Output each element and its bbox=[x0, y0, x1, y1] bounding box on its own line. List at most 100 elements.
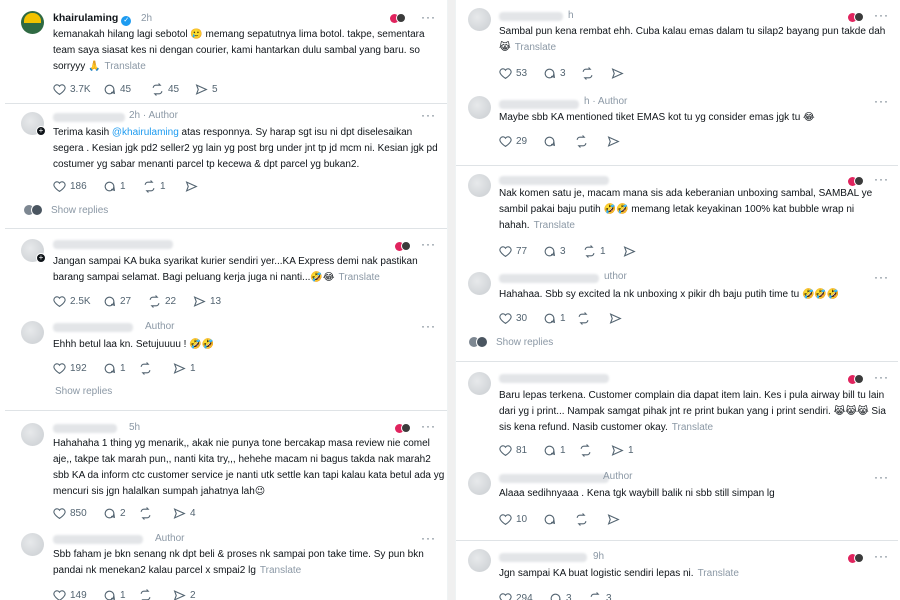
reply-button[interactable]: 3 bbox=[549, 592, 572, 600]
more-options-icon[interactable]: ··· bbox=[874, 549, 889, 563]
more-options-icon[interactable]: ··· bbox=[421, 319, 436, 333]
avatar[interactable] bbox=[468, 8, 491, 31]
author-reply-post[interactable]: Author ··· Alaaa sedihnyaaa . Kena tgk w… bbox=[456, 466, 898, 538]
repost-button[interactable] bbox=[139, 507, 152, 520]
avatar[interactable] bbox=[468, 372, 491, 395]
more-options-icon[interactable]: ··· bbox=[421, 108, 436, 122]
reply-post[interactable]: ··· Nak komen satu je, macam mana sis ad… bbox=[456, 166, 898, 268]
like-button[interactable]: 2.5K bbox=[53, 295, 91, 308]
more-options-icon[interactable]: ··· bbox=[874, 470, 889, 484]
repost-button[interactable] bbox=[579, 444, 592, 457]
share-button[interactable]: 2 bbox=[173, 589, 196, 600]
repost-button[interactable]: 1 bbox=[583, 245, 606, 258]
mention-link[interactable]: @khairulaming bbox=[112, 127, 179, 138]
like-button[interactable]: 294 bbox=[499, 592, 533, 600]
username-link[interactable]: khairulaming bbox=[53, 12, 118, 24]
like-button[interactable]: 850 bbox=[53, 507, 87, 520]
author-reply-post[interactable]: uthor ··· Hahahaa. Sbb sy excited la nk … bbox=[456, 266, 898, 358]
author-reply-post[interactable]: h · Author ··· Maybe sbb KA mentioned ti… bbox=[456, 90, 898, 160]
share-button[interactable]: 1 bbox=[173, 362, 196, 375]
translate-link[interactable]: Translate bbox=[672, 422, 713, 433]
avatar[interactable] bbox=[468, 549, 491, 572]
reply-button[interactable] bbox=[543, 513, 556, 526]
repost-button[interactable] bbox=[139, 362, 152, 375]
share-button[interactable] bbox=[609, 312, 622, 325]
share-button[interactable] bbox=[607, 135, 620, 148]
right-thread-column[interactable]: h ··· Sambal pun kena rembat ehh. Cuba k… bbox=[455, 0, 898, 600]
avatar[interactable] bbox=[468, 174, 491, 197]
avatar[interactable] bbox=[468, 96, 491, 119]
repost-button[interactable]: 1 bbox=[143, 180, 166, 193]
translate-link[interactable]: Translate bbox=[515, 42, 556, 53]
more-options-icon[interactable]: ··· bbox=[874, 172, 889, 186]
reply-button[interactable]: 1 bbox=[103, 362, 126, 375]
repost-button[interactable]: 22 bbox=[148, 295, 176, 308]
repost-button[interactable] bbox=[577, 312, 590, 325]
like-button[interactable]: 10 bbox=[499, 513, 527, 526]
reply-button[interactable] bbox=[543, 135, 556, 148]
more-options-icon[interactable]: ··· bbox=[874, 94, 889, 108]
repost-button[interactable] bbox=[575, 135, 588, 148]
translate-link[interactable]: Translate bbox=[339, 272, 380, 283]
more-options-icon[interactable]: ··· bbox=[874, 8, 889, 22]
author-reply-post[interactable]: Author ··· Sbb faham je bkn senang nk dp… bbox=[5, 527, 447, 600]
like-button[interactable]: 186 bbox=[53, 180, 87, 193]
reply-button[interactable]: 1 bbox=[103, 180, 126, 193]
reply-post[interactable]: ··· Baru lepas terkena. Customer complai… bbox=[456, 362, 898, 466]
reply-post[interactable]: 9h ··· Jgn sampai KA buat logistic sendi… bbox=[456, 541, 898, 600]
avatar[interactable] bbox=[21, 321, 44, 344]
more-options-icon[interactable]: ··· bbox=[421, 419, 436, 433]
share-button[interactable]: 13 bbox=[193, 295, 221, 308]
reply-post[interactable]: + 2h · Author ··· Terima kasih @khairula… bbox=[5, 104, 447, 228]
share-button[interactable] bbox=[185, 180, 198, 193]
like-button[interactable]: 53 bbox=[499, 67, 527, 80]
share-button[interactable]: 5 bbox=[195, 83, 218, 96]
reply-button[interactable]: 1 bbox=[543, 444, 566, 457]
share-button[interactable] bbox=[607, 513, 620, 526]
share-button[interactable]: 4 bbox=[173, 507, 196, 520]
repost-button[interactable]: 3 bbox=[589, 592, 612, 600]
follow-plus-icon[interactable]: + bbox=[36, 126, 46, 136]
like-button[interactable]: 149 bbox=[53, 589, 87, 600]
like-button[interactable]: 30 bbox=[499, 312, 527, 325]
avatar[interactable] bbox=[21, 423, 44, 446]
more-options-icon[interactable]: ··· bbox=[421, 237, 436, 251]
more-options-icon[interactable]: ··· bbox=[421, 10, 436, 24]
like-button[interactable]: 81 bbox=[499, 444, 527, 457]
show-replies-button[interactable]: Show replies bbox=[23, 204, 108, 216]
author-reply-post[interactable]: Author ··· Ehhh betul laa kn. Setujuuuu … bbox=[5, 315, 447, 409]
share-button[interactable] bbox=[611, 67, 624, 80]
username[interactable]: khairulaming ✓ bbox=[53, 12, 132, 26]
reply-post[interactable]: h ··· Sambal pun kena rembat ehh. Cuba k… bbox=[456, 0, 898, 88]
repost-button[interactable]: 45 bbox=[151, 83, 179, 96]
more-options-icon[interactable]: ··· bbox=[874, 370, 889, 384]
translate-link[interactable]: Translate bbox=[534, 220, 575, 231]
translate-link[interactable]: Translate bbox=[698, 568, 739, 579]
show-replies-button[interactable]: Show replies bbox=[468, 336, 553, 348]
like-button[interactable]: 29 bbox=[499, 135, 527, 148]
reply-button[interactable]: 1 bbox=[103, 589, 126, 600]
share-button[interactable] bbox=[623, 245, 636, 258]
reply-button[interactable]: 27 bbox=[103, 295, 131, 308]
like-button[interactable]: 3.7K bbox=[53, 83, 91, 96]
left-thread-column[interactable]: khairulaming ✓ 2h ··· kemanakah hilang la… bbox=[5, 0, 448, 600]
repost-button[interactable] bbox=[575, 513, 588, 526]
reply-button[interactable]: 2 bbox=[103, 507, 126, 520]
post-khairulaming[interactable]: khairulaming ✓ 2h ··· kemanakah hilang la… bbox=[5, 0, 447, 108]
reply-button[interactable]: 3 bbox=[543, 245, 566, 258]
avatar[interactable] bbox=[468, 472, 491, 495]
avatar[interactable] bbox=[21, 11, 44, 34]
reply-post[interactable]: + ··· Jangan sampai KA buka syarikat kur… bbox=[5, 229, 447, 319]
like-button[interactable]: 77 bbox=[499, 245, 527, 258]
repost-button[interactable] bbox=[581, 67, 594, 80]
more-options-icon[interactable]: ··· bbox=[421, 531, 436, 545]
avatar[interactable] bbox=[468, 272, 491, 295]
share-button[interactable]: 1 bbox=[611, 444, 634, 457]
like-button[interactable]: 192 bbox=[53, 362, 87, 375]
repost-button[interactable] bbox=[139, 589, 152, 600]
more-options-icon[interactable]: ··· bbox=[874, 270, 889, 284]
translate-link[interactable]: Translate bbox=[260, 565, 301, 576]
reply-button[interactable]: 1 bbox=[543, 312, 566, 325]
avatar[interactable] bbox=[21, 533, 44, 556]
translate-link[interactable]: Translate bbox=[104, 61, 145, 72]
